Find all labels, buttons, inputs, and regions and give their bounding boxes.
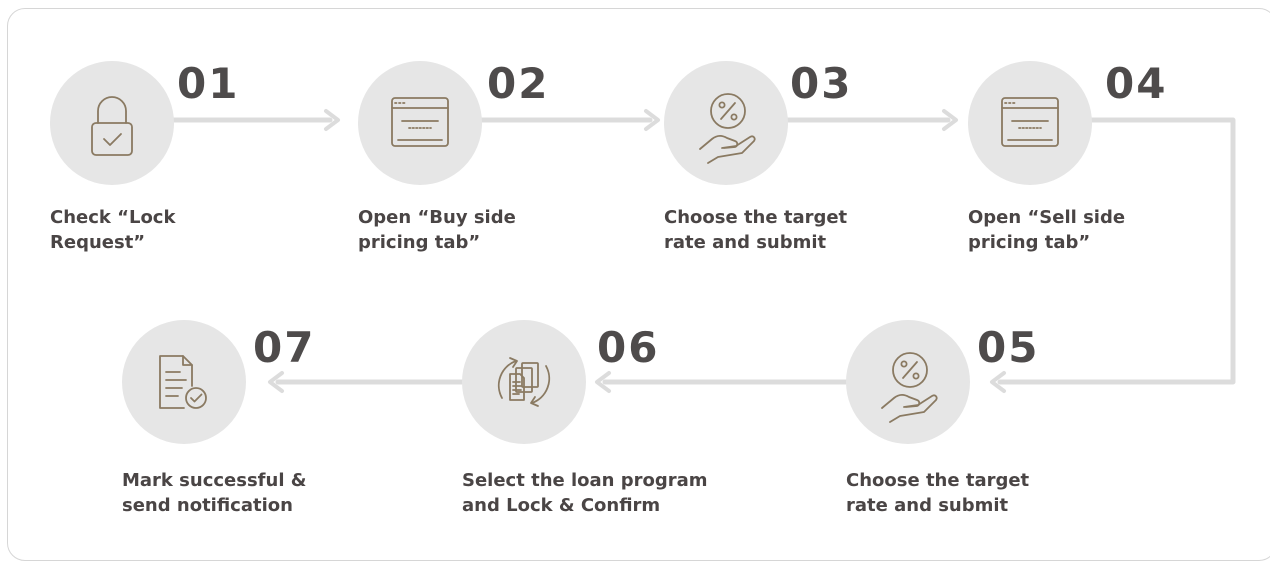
step-01-label-line-2: Request” [50,232,146,253]
document-check-icon [159,355,207,409]
step-05-label-line-1: Choose the target [846,470,1030,491]
step-04-label-line-2: pricing tab” [968,232,1091,253]
percent-hand-icon [699,93,756,164]
step-06-number: 06 [597,323,660,372]
step-07-label-line-2: send notification [122,495,293,516]
browser-window-icon [1001,97,1059,147]
step-07-number: 07 [253,323,316,372]
step-01-label-line-1: Check “Lock [50,207,176,228]
percent-hand-icon [881,352,938,423]
step-06-label: Select the loan program and Lock & Confi… [462,468,708,518]
step-02-label-line-1: Open “Buy side [358,207,516,228]
step-02-number: 02 [487,59,550,108]
step-05-circle [846,320,970,444]
step-03-label: Choose the target rate and submit [664,205,847,255]
step-01-label: Check “Lock Request” [50,205,175,255]
step-02-label-line-2: pricing tab” [358,232,481,253]
step-03-label-line-1: Choose the target [664,207,848,228]
step-04-number: 04 [1105,59,1168,108]
step-03-circle [664,61,788,185]
step-06-label-line-2: and Lock & Confirm [462,495,661,516]
step-01-number: 01 [177,59,240,108]
step-04-label-line-1: Open “Sell side [968,207,1126,228]
step-03-number: 03 [790,59,853,108]
step-01-circle [50,61,174,185]
step-06-label-line-1: Select the loan program [462,470,708,491]
step-03-label-line-2: rate and submit [664,232,827,253]
browser-window-icon [391,97,449,147]
step-07-label: Mark successful & send notification [122,468,306,518]
step-04-circle [968,61,1092,185]
step-06-circle [462,320,586,444]
step-02-circle [358,61,482,185]
lock-check-icon [91,96,133,156]
step-04-label: Open “Sell side pricing tab” [968,205,1125,255]
step-05-label: Choose the target rate and submit [846,468,1029,518]
document-sync-icon [497,357,551,407]
step-05-label-line-2: rate and submit [846,495,1009,516]
step-05-number: 05 [977,323,1040,372]
step-07-label-line-1: Mark successful & [122,470,307,491]
step-02-label: Open “Buy side pricing tab” [358,205,516,255]
step-07-circle [122,320,246,444]
